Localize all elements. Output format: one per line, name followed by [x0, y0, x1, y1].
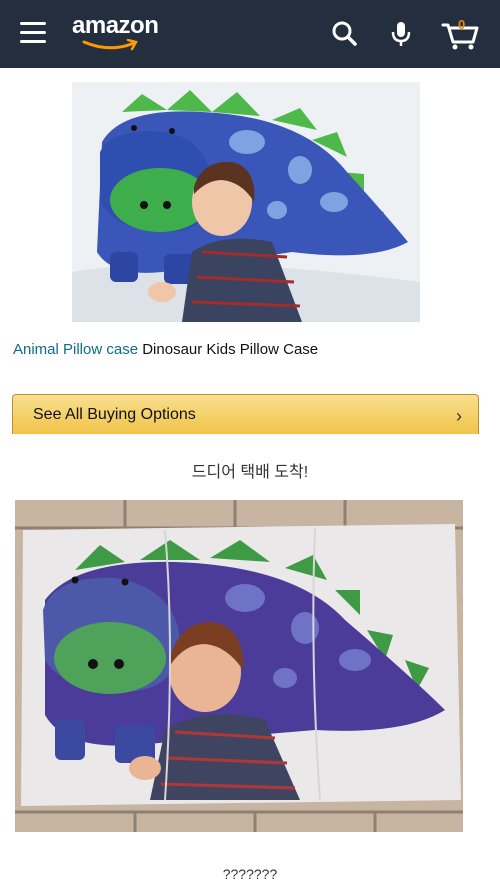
see-all-buying-options-button[interactable]: See All Buying Options ›	[12, 394, 479, 434]
logo-text: amazon	[72, 12, 159, 39]
chevron-right-icon: ›	[456, 406, 462, 426]
product-listing-photo[interactable]	[72, 82, 420, 322]
cart-count-badge: 0	[458, 17, 466, 32]
cart-icon[interactable]: 0	[440, 17, 480, 51]
logo-smile-icon	[82, 39, 138, 51]
amazon-logo[interactable]: amazon	[72, 12, 159, 54]
category-link[interactable]: Animal Pillow case	[13, 341, 138, 358]
product-title: Animal Pillow case Dinosaur Kids Pillow …	[13, 341, 318, 358]
top-navigation-bar: amazon 0	[0, 0, 500, 68]
product-name: Dinosaur Kids Pillow Case	[142, 341, 319, 358]
delivered-item-photo[interactable]	[15, 500, 463, 832]
search-icon[interactable]	[328, 17, 362, 51]
microphone-icon[interactable]	[384, 17, 418, 51]
menu-icon[interactable]	[20, 22, 46, 44]
arrival-caption: 드디어 택배 도착!	[191, 464, 309, 481]
buy-button-label: See All Buying Options	[33, 406, 196, 423]
question-caption: ???????	[222, 866, 278, 882]
